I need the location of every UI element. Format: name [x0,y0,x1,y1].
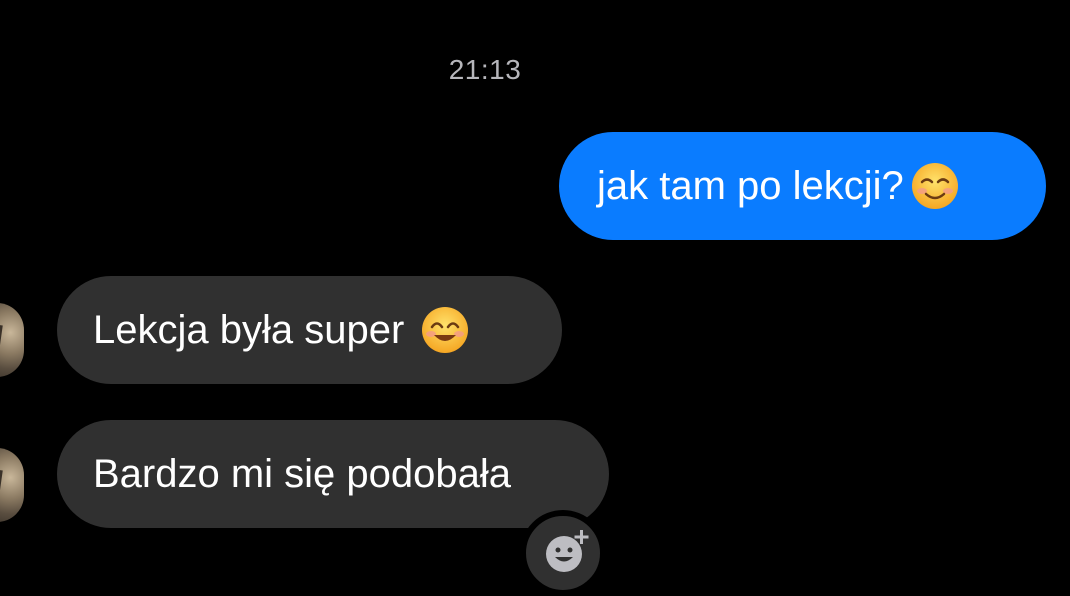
contact-avatar[interactable] [0,303,24,377]
message-text: Lekcja była super [93,307,405,352]
add-reaction-button[interactable] [520,510,606,596]
incoming-message-bubble[interactable]: Lekcja była super [57,276,562,384]
smiling-face-with-smiling-eyes-icon [420,305,470,355]
message-text: jak tam po lekcji? [597,163,904,208]
chat-timestamp: 21:13 [448,54,522,85]
message-text: Bardzo mi się podobała [93,451,512,496]
contact-avatar[interactable] [0,448,24,522]
smiling-face-icon [910,161,960,211]
incoming-message-bubble[interactable]: Bardzo mi się podobała [57,420,609,528]
outgoing-message-bubble[interactable]: jak tam po lekcji? [559,132,1046,240]
